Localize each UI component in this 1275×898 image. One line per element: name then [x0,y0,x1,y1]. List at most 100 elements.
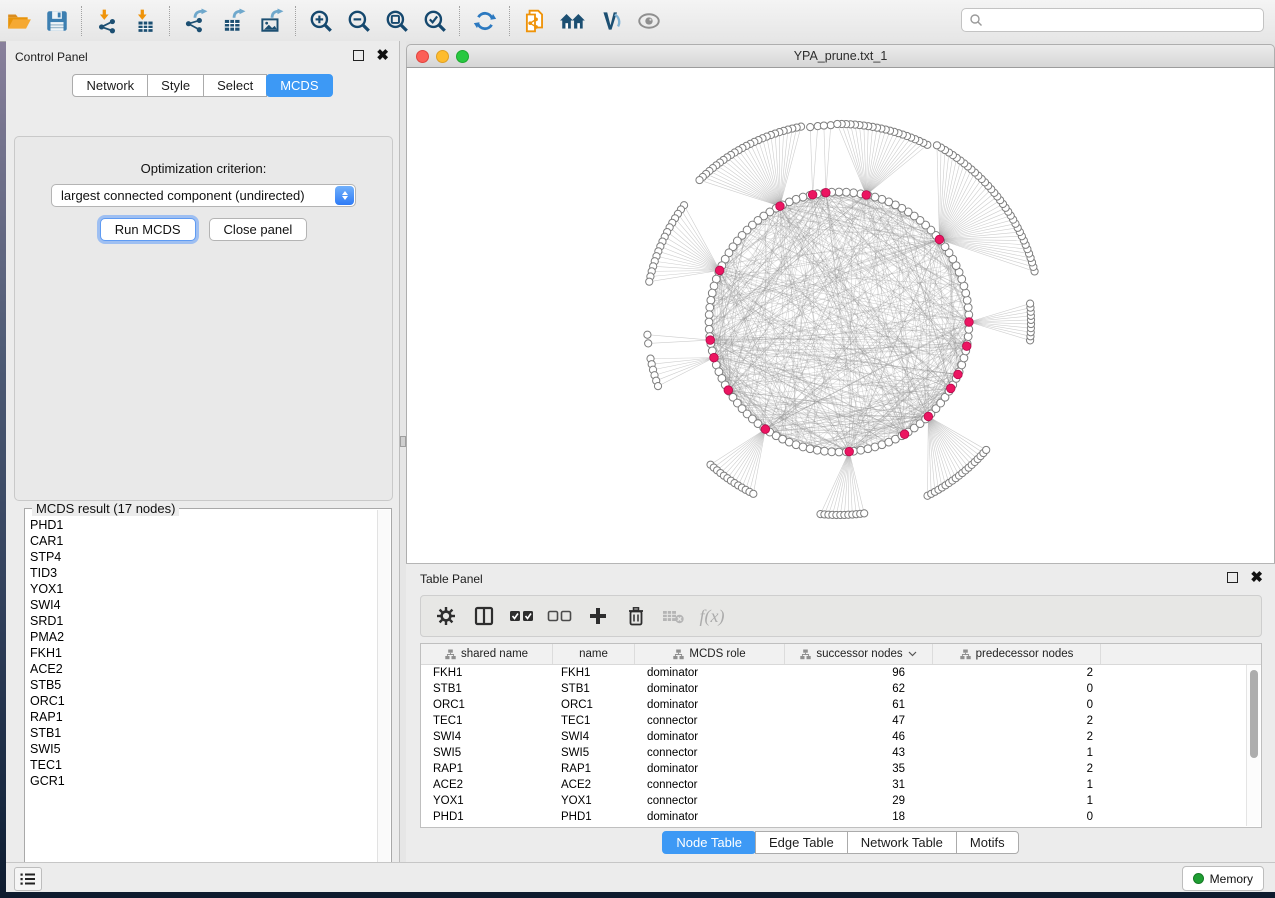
table-row[interactable]: RAP1RAP1dominator352 [421,761,1261,777]
table-cell[interactable]: 0 [933,683,1101,695]
table-cell[interactable]: 47 [785,715,933,727]
list-item[interactable]: ACE2 [30,661,378,677]
search-input[interactable] [983,12,1263,28]
table-cell[interactable]: STB1 [553,683,635,695]
table-cell[interactable]: ACE2 [553,779,635,791]
minimize-window-icon[interactable] [436,50,449,63]
column-header-shared-name[interactable]: shared name [421,644,553,664]
table-cell[interactable]: TEC1 [553,715,635,727]
table-cell[interactable]: SWI5 [421,747,553,759]
refresh-layout-button[interactable] [466,4,504,38]
table-cell[interactable]: 61 [785,699,933,711]
zoom-fit-button[interactable] [378,4,416,38]
tab-edge-table[interactable]: Edge Table [755,831,848,854]
table-cell[interactable]: 1 [933,779,1101,791]
table-cell[interactable]: 18 [785,811,933,823]
list-item[interactable]: SRD1 [30,613,378,629]
table-cell[interactable]: connector [635,795,785,807]
search-field[interactable] [961,8,1264,32]
list-item[interactable]: PHD1 [30,517,378,533]
table-cell[interactable]: 2 [933,715,1101,727]
run-mcds-button[interactable]: Run MCDS [100,218,196,241]
table-cell[interactable]: TEC1 [421,715,553,727]
mcds-result-list[interactable]: PHD1CAR1STP4TID3YOX1SWI4SRD1PMA2FKH1ACE2… [26,517,378,879]
table-row[interactable]: SWI4SWI4dominator462 [421,729,1261,745]
table-cell[interactable]: connector [635,779,785,791]
export-network-button[interactable] [176,4,214,38]
close-table-panel-icon[interactable]: ✖ [1250,573,1263,582]
table-cell[interactable]: YOX1 [421,795,553,807]
network-canvas[interactable] [406,68,1275,563]
table-cell[interactable]: 35 [785,763,933,775]
column-header-predecessor-nodes[interactable]: predecessor nodes [933,644,1101,664]
list-item[interactable]: SWI5 [30,741,378,757]
table-options-button[interactable] [429,599,463,633]
table-cell[interactable]: dominator [635,731,785,743]
table-cell[interactable]: STB1 [421,683,553,695]
table-scrollbar-thumb[interactable] [1250,670,1258,758]
import-table-button[interactable] [126,4,164,38]
select-all-columns-button[interactable] [505,599,539,633]
table-cell[interactable]: 96 [785,667,933,679]
table-cell[interactable]: SWI4 [553,731,635,743]
table-cell[interactable]: dominator [635,811,785,823]
table-cell[interactable]: 62 [785,683,933,695]
close-window-icon[interactable] [416,50,429,63]
table-cell[interactable]: 29 [785,795,933,807]
zoom-out-button[interactable] [340,4,378,38]
table-cell[interactable]: 43 [785,747,933,759]
table-cell[interactable]: 2 [933,763,1101,775]
task-history-button[interactable] [14,867,42,891]
tab-mcds[interactable]: MCDS [266,74,332,97]
table-cell[interactable]: connector [635,747,785,759]
table-cell[interactable]: SWI5 [553,747,635,759]
table-cell[interactable]: dominator [635,683,785,695]
float-table-panel-icon[interactable] [1227,572,1238,583]
list-item[interactable]: ORC1 [30,693,378,709]
table-cell[interactable]: PHD1 [553,811,635,823]
tab-motifs[interactable]: Motifs [956,831,1019,854]
table-cell[interactable]: dominator [635,699,785,711]
save-session-button[interactable] [38,4,76,38]
column-header-successor-nodes[interactable]: successor nodes [785,644,933,664]
list-item[interactable]: TEC1 [30,757,378,773]
table-cell[interactable]: RAP1 [553,763,635,775]
import-network-button[interactable] [88,4,126,38]
table-row[interactable]: SWI5SWI5connector431 [421,745,1261,761]
close-panel-button[interactable]: Close panel [209,218,308,241]
table-scrollbar[interactable] [1246,665,1260,826]
table-cell[interactable]: ACE2 [421,779,553,791]
close-panel-icon[interactable]: ✖ [376,51,389,60]
column-view-button[interactable] [467,599,501,633]
list-item[interactable]: GCR1 [30,773,378,789]
deselect-all-columns-button[interactable] [543,599,577,633]
table-row[interactable]: PHD1PHD1dominator180 [421,809,1261,825]
memory-button[interactable]: Memory [1182,866,1264,891]
table-cell[interactable]: ORC1 [553,699,635,711]
tab-network[interactable]: Network [72,74,148,97]
list-item[interactable]: TID3 [30,565,378,581]
table-cell[interactable]: RAP1 [421,763,553,775]
list-item[interactable]: RAP1 [30,709,378,725]
optimization-criterion-dropdown[interactable]: largest connected component (undirected) [51,184,356,207]
table-row[interactable]: TEC1TEC1connector472 [421,713,1261,729]
table-row[interactable]: FKH1FKH1dominator962 [421,665,1261,681]
share-document-button[interactable] [516,4,554,38]
table-cell[interactable]: 2 [933,731,1101,743]
float-panel-icon[interactable] [353,50,364,61]
table-cell[interactable]: 31 [785,779,933,791]
table-body[interactable]: FKH1FKH1dominator962STB1STB1dominator620… [421,665,1261,825]
delete-column-button[interactable] [619,599,653,633]
table-cell[interactable]: dominator [635,763,785,775]
table-cell[interactable]: 0 [933,699,1101,711]
tab-network-table[interactable]: Network Table [847,831,957,854]
list-item[interactable]: PMA2 [30,629,378,645]
table-cell[interactable]: 0 [933,811,1101,823]
vizmapper-button[interactable] [592,4,630,38]
table-cell[interactable]: FKH1 [421,667,553,679]
export-image-button[interactable] [252,4,290,38]
list-item[interactable]: CAR1 [30,533,378,549]
zoom-in-button[interactable] [302,4,340,38]
table-row[interactable]: STB1STB1dominator620 [421,681,1261,697]
table-cell[interactable]: 1 [933,795,1101,807]
